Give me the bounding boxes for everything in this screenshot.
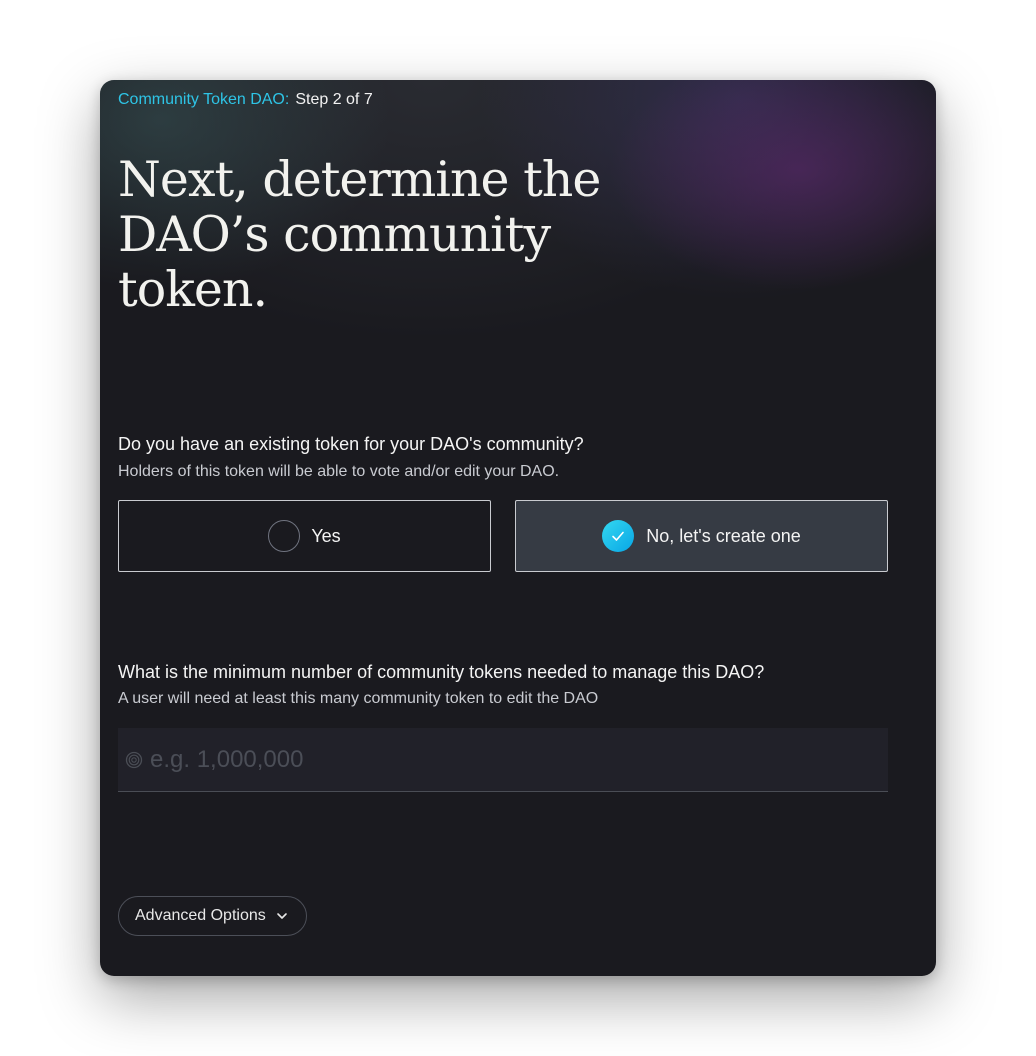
option-create-token-button[interactable]: No, let's create one bbox=[515, 500, 888, 572]
checkmark-icon bbox=[602, 520, 635, 552]
option-create-token-label: No, let's create one bbox=[646, 525, 801, 546]
radio-unchecked-icon bbox=[268, 520, 301, 552]
min-tokens-input[interactable] bbox=[150, 728, 888, 791]
question-min-tokens-title: What is the minimum number of community … bbox=[118, 662, 765, 682]
question-existing-token-title: Do you have an existing token for your D… bbox=[118, 434, 584, 454]
advanced-options-label: Advanced Options bbox=[135, 907, 266, 924]
breadcrumb-dao-type: Community Token DAO: bbox=[118, 91, 290, 108]
option-yes-label: Yes bbox=[311, 525, 341, 546]
chevron-down-icon bbox=[276, 913, 287, 919]
question-min-tokens-subtitle: A user will need at least this many comm… bbox=[118, 690, 599, 707]
min-tokens-field bbox=[118, 728, 888, 792]
token-icon bbox=[125, 751, 143, 768]
breadcrumb-step: Step 2 of 7 bbox=[295, 91, 373, 108]
option-yes-button[interactable]: Yes bbox=[118, 500, 491, 572]
create-dao-card: Community Token DAO: Step 2 of 7 Next, de… bbox=[100, 80, 936, 976]
advanced-options-button[interactable]: Advanced Options bbox=[118, 896, 307, 936]
page-title: Next, determine the DAO’s community toke… bbox=[118, 151, 601, 318]
breadcrumb: Community Token DAO: Step 2 of 7 bbox=[118, 91, 373, 109]
question-existing-token-subtitle: Holders of this token will be able to vo… bbox=[118, 463, 560, 480]
